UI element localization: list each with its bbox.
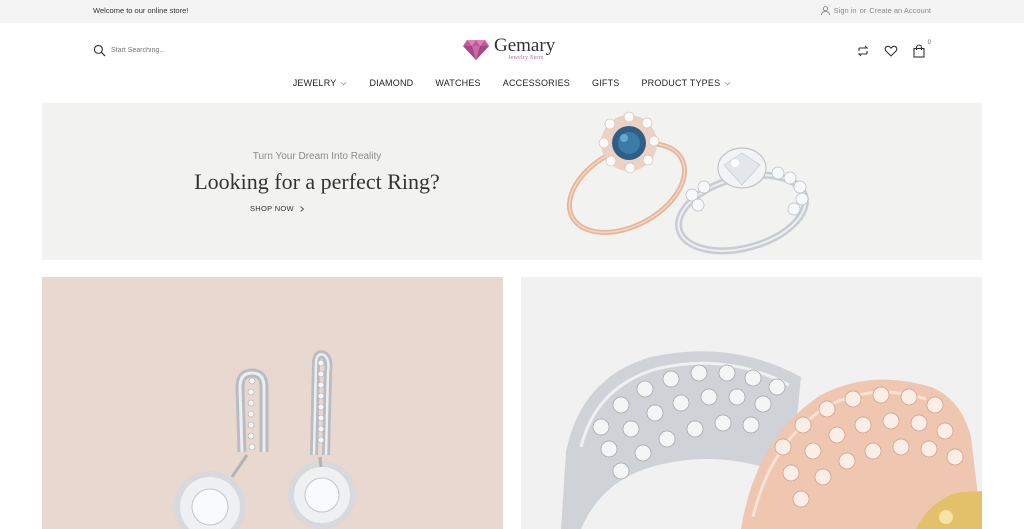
nav-item-label: WATCHES [435, 78, 481, 88]
wishlist-button[interactable] [884, 44, 898, 58]
logo[interactable]: Gemary Jewelry Store [462, 35, 555, 61]
search-input[interactable] [111, 47, 201, 54]
nav-item-label: GIFTS [591, 78, 620, 88]
shop-now-link[interactable]: SHOP NOW [250, 204, 305, 213]
logo-name: Gemary [494, 34, 556, 56]
top-bar: Welcome to our online store! Sign in or … [0, 0, 1024, 23]
nav-item-accessories[interactable]: ACCESSORIES [503, 78, 570, 88]
search-bar [93, 44, 201, 57]
nav-item-label: ACCESSORIES [502, 78, 570, 88]
nav-item-diamond[interactable]: DIAMOND [369, 78, 413, 88]
compare-icon [857, 45, 869, 57]
nav-item-jewelry[interactable]: JEWELRY [293, 78, 348, 88]
cart-count: 0 [927, 40, 931, 46]
search-icon[interactable] [93, 44, 106, 57]
hero-banner[interactable]: Turn Your Dream Into Reality Looking for… [42, 103, 982, 260]
cart-icon [913, 44, 925, 58]
or-text: or [859, 6, 867, 15]
rings-image [566, 111, 809, 255]
nav-item-watches[interactable]: WATCHES [435, 78, 480, 88]
nav-item-label: DIAMOND [369, 78, 414, 88]
create-account-link[interactable]: Create an Account [869, 6, 931, 15]
sign-in-link[interactable]: Sign in [834, 6, 857, 15]
rings-banner[interactable] [521, 277, 982, 529]
welcome-message: Welcome to our online store! [93, 6, 189, 15]
main-nav: JEWELRY DIAMOND WATCHES ACCESSORIES GIFT… [0, 78, 1024, 88]
chevron-right-icon [300, 205, 305, 212]
hero-title: Looking for a perfect Ring? [194, 169, 440, 194]
compare-button[interactable] [856, 44, 870, 58]
diamond-logo-icon [463, 40, 489, 60]
heart-icon [884, 45, 898, 57]
earrings-image [174, 350, 356, 529]
chevron-down-icon [341, 81, 347, 85]
nav-item-product-types[interactable]: PRODUCT TYPES [641, 78, 731, 88]
hero-subtitle: Turn Your Dream Into Reality [252, 151, 382, 162]
nav-item-label: JEWELRY [292, 78, 337, 88]
nav-item-label: PRODUCT TYPES [641, 78, 721, 88]
header-icons: 0 [856, 40, 931, 58]
diamond-rings-image [561, 351, 982, 529]
cart-button[interactable]: 0 [912, 40, 931, 58]
chevron-down-icon [724, 81, 731, 85]
shop-now-label: SHOP NOW [250, 204, 294, 213]
nav-item-gifts[interactable]: GIFTS [592, 78, 620, 88]
earrings-banner[interactable] [42, 277, 503, 529]
user-icon [820, 6, 830, 16]
account-links: Sign in or Create an Account [820, 5, 931, 16]
